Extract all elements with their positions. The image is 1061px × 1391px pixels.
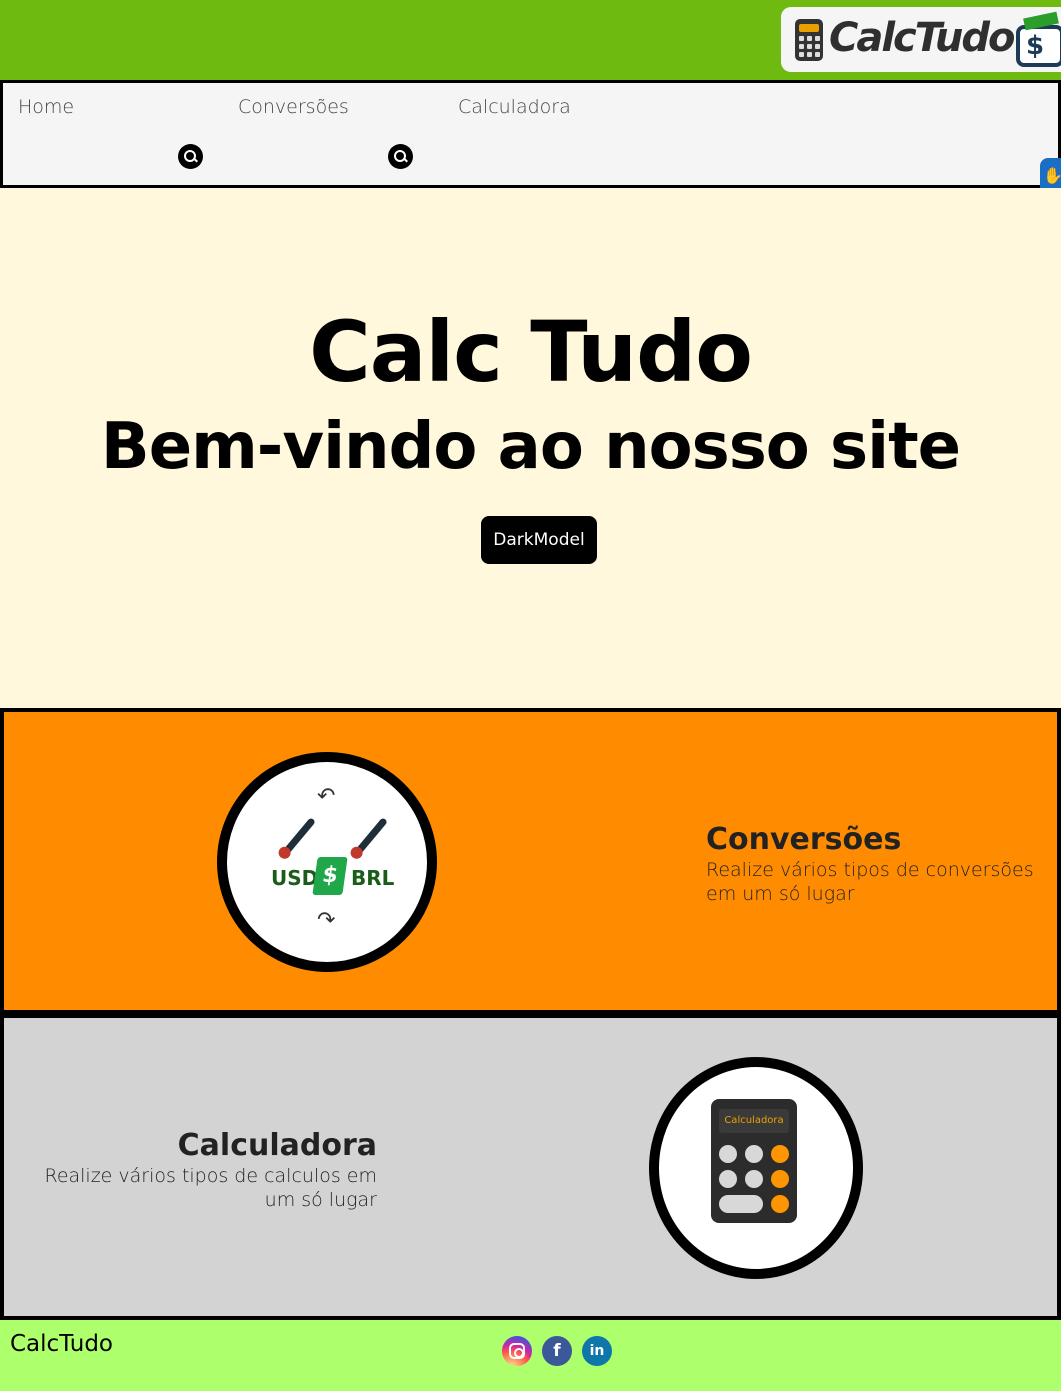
conversions-image[interactable]: ↶ USD $ BRL ↷ bbox=[217, 752, 437, 972]
instagram-icon[interactable] bbox=[502, 1336, 532, 1366]
calculator-image[interactable]: Calculadora bbox=[649, 1057, 863, 1279]
calculator-desc-line2: um só lugar bbox=[264, 1189, 377, 1211]
brl-label: BRL bbox=[351, 866, 395, 890]
rotate-arrow-icon: ↶ bbox=[317, 784, 336, 809]
hero-subtitle: Bem-vindo ao nosso site bbox=[100, 410, 961, 484]
calculator-icon: Calculadora bbox=[711, 1099, 797, 1223]
zoom-out-icon[interactable] bbox=[178, 144, 203, 169]
calculator-desc-line1: Realize vários tipos de calculos em bbox=[44, 1165, 377, 1187]
site-logo[interactable]: CalcTudo $ bbox=[781, 7, 1061, 72]
conversions-desc-line2: em um só lugar bbox=[706, 883, 855, 905]
nav-item-conversoes[interactable]: Conversões bbox=[238, 96, 349, 118]
hero-section: Calc Tudo Bem-vindo ao nosso site DarkMo… bbox=[0, 188, 1061, 708]
top-bar: CalcTudo $ bbox=[0, 0, 1061, 80]
thermometer-icon bbox=[353, 817, 388, 857]
conversions-title[interactable]: Conversões bbox=[706, 822, 901, 857]
nav-item-home[interactable]: Home bbox=[18, 96, 74, 118]
money-icon: $ bbox=[312, 857, 348, 895]
facebook-icon[interactable]: f bbox=[542, 1336, 572, 1366]
footer: CalcTudo f in bbox=[0, 1320, 1061, 1391]
conversions-section[interactable]: ↶ USD $ BRL ↷ Conversões Realize vários … bbox=[0, 708, 1061, 1014]
calculator-title[interactable]: Calculadora bbox=[178, 1128, 377, 1163]
footer-brand: CalcTudo bbox=[10, 1331, 113, 1357]
calculator-section[interactable]: Calculadora Realize vários tipos de calc… bbox=[0, 1014, 1061, 1320]
rotate-arrow-icon: ↷ bbox=[317, 908, 336, 933]
conversions-desc-line1: Realize vários tipos de conversões bbox=[706, 859, 1034, 881]
hero-title: Calc Tudo bbox=[309, 303, 753, 401]
zoom-in-icon[interactable] bbox=[388, 144, 413, 169]
usd-label: USD bbox=[271, 866, 319, 890]
dark-mode-button[interactable]: DarkModel bbox=[481, 516, 597, 564]
thermometer-icon bbox=[281, 817, 316, 857]
wallet-logo-icon: $ bbox=[1016, 11, 1061, 67]
logo-text: CalcTudo bbox=[829, 15, 1015, 61]
main-nav: Home Conversões Calculadora bbox=[0, 80, 1061, 188]
nav-item-calculadora[interactable]: Calculadora bbox=[458, 96, 571, 118]
calculator-screen: Calculadora bbox=[719, 1109, 789, 1133]
linkedin-icon[interactable]: in bbox=[582, 1336, 612, 1366]
calculator-logo-icon bbox=[795, 19, 823, 61]
